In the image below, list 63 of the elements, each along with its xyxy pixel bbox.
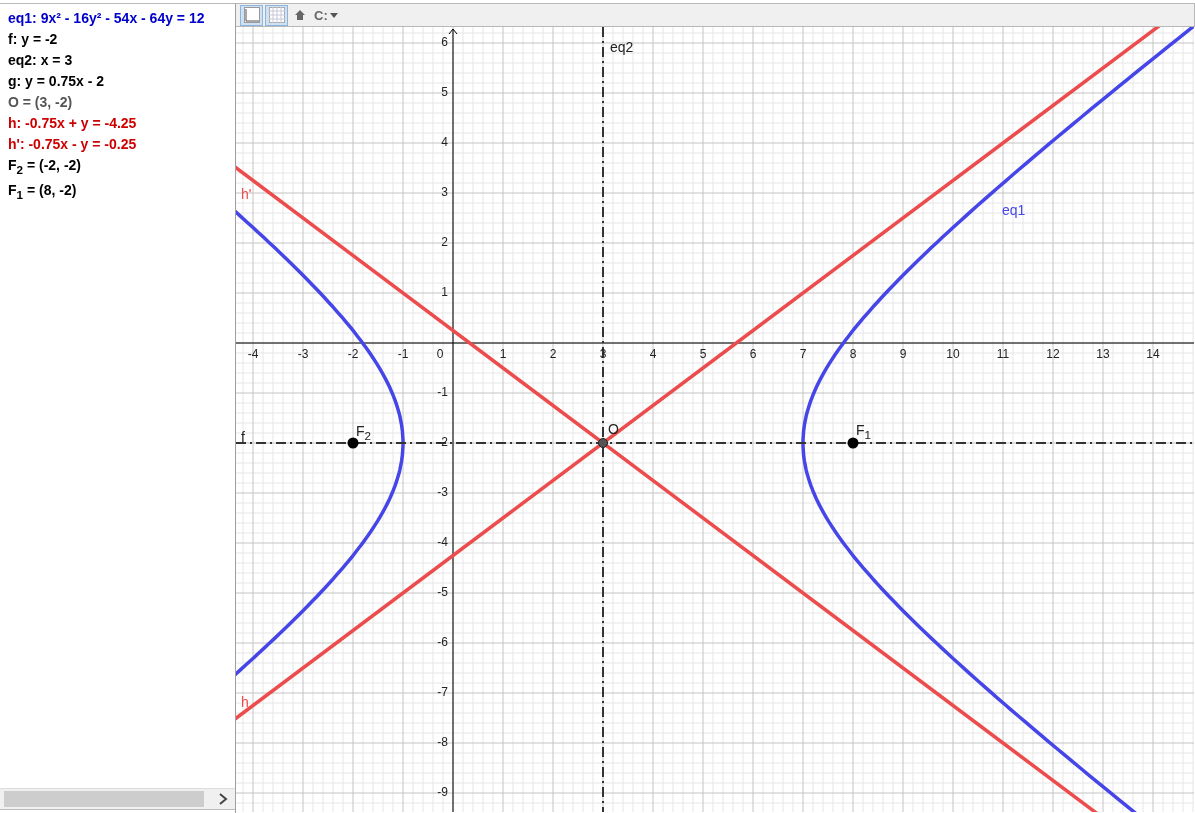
algebra-item[interactable]: eq1: 9x² - 16y² - 54x - 64y = 12: [8, 8, 235, 29]
object-label: O: [608, 421, 619, 437]
tick-label: 6: [749, 347, 757, 361]
tick-label: 7: [799, 347, 807, 361]
scrollbar-thumb[interactable]: [4, 791, 204, 807]
tick-label: -9: [437, 785, 448, 799]
tick-label: 5: [441, 85, 448, 99]
chevron-right-icon[interactable]: [218, 793, 228, 805]
tick-label: 2: [549, 347, 557, 361]
object-label: eq1: [1002, 202, 1026, 218]
point[interactable]: [847, 437, 859, 449]
tick-label: 8: [849, 347, 857, 361]
point[interactable]: [598, 438, 608, 448]
object-label: eq2: [610, 39, 634, 55]
tick-label: -2: [347, 347, 359, 361]
algebra-item[interactable]: O = (3, -2): [8, 92, 235, 113]
tick-label: -1: [397, 347, 409, 361]
tick-label: 6: [441, 35, 448, 49]
tick-label: 4: [441, 135, 448, 149]
tick-label: 2: [441, 235, 448, 249]
algebra-item[interactable]: g: y = 0.75x - 2: [8, 71, 235, 92]
tick-label: -1: [437, 385, 448, 399]
caret-icon: [329, 12, 338, 18]
tick-label: 5: [699, 347, 707, 361]
object-label: F$_{1}$: [856, 422, 872, 441]
tick-label: 9: [899, 347, 907, 361]
tick-label: -4: [247, 347, 259, 361]
grid-toggle-button[interactable]: [265, 4, 288, 26]
tick-label: 10: [946, 347, 960, 361]
tick-label: 3: [599, 347, 607, 361]
tick-label: -3: [437, 485, 448, 499]
algebra-item[interactable]: F$_{2}$ = (-2, -2): [8, 155, 235, 180]
tick-label: -3: [297, 347, 309, 361]
tick-label: 12: [1046, 347, 1060, 361]
tick-label: 11: [996, 347, 1010, 361]
object-label: f: [241, 429, 245, 445]
axes-toggle-button[interactable]: [240, 4, 263, 26]
tick-label: 3: [441, 185, 448, 199]
tick-label: -8: [437, 735, 448, 749]
point[interactable]: [347, 437, 359, 449]
tick-label: 0: [436, 347, 444, 361]
scrollbar-track[interactable]: [0, 788, 235, 810]
tick-label: -6: [437, 635, 448, 649]
home-icon[interactable]: [294, 9, 306, 21]
tick-label: -7: [437, 685, 448, 699]
algebra-item[interactable]: h: -0.75x + y = -4.25: [8, 113, 235, 134]
tick-label: 1: [441, 285, 448, 299]
object-label: h': [241, 186, 252, 202]
tick-label: 4: [649, 347, 657, 361]
tick-label: 13: [1096, 347, 1110, 361]
tick-label: -5: [437, 585, 448, 599]
dash-dot-line[interactable]: [236, 442, 1194, 444]
tick-label: -4: [437, 535, 448, 549]
dash-dot-line[interactable]: [602, 27, 604, 812]
tick-label: 14: [1146, 347, 1160, 361]
point-capture-button[interactable]: C:: [312, 7, 340, 23]
object-label: F$_{2}$: [356, 423, 372, 442]
object-label: h: [241, 694, 249, 710]
algebra-item[interactable]: F$_{1}$ = (8, -2): [8, 179, 235, 205]
algebra-item[interactable]: eq2: x = 3: [8, 50, 235, 71]
algebra-item[interactable]: f: y = -2: [8, 29, 235, 50]
algebra-item[interactable]: h': -0.75x - y = -0.25: [8, 134, 235, 155]
tick-label: 1: [499, 347, 507, 361]
